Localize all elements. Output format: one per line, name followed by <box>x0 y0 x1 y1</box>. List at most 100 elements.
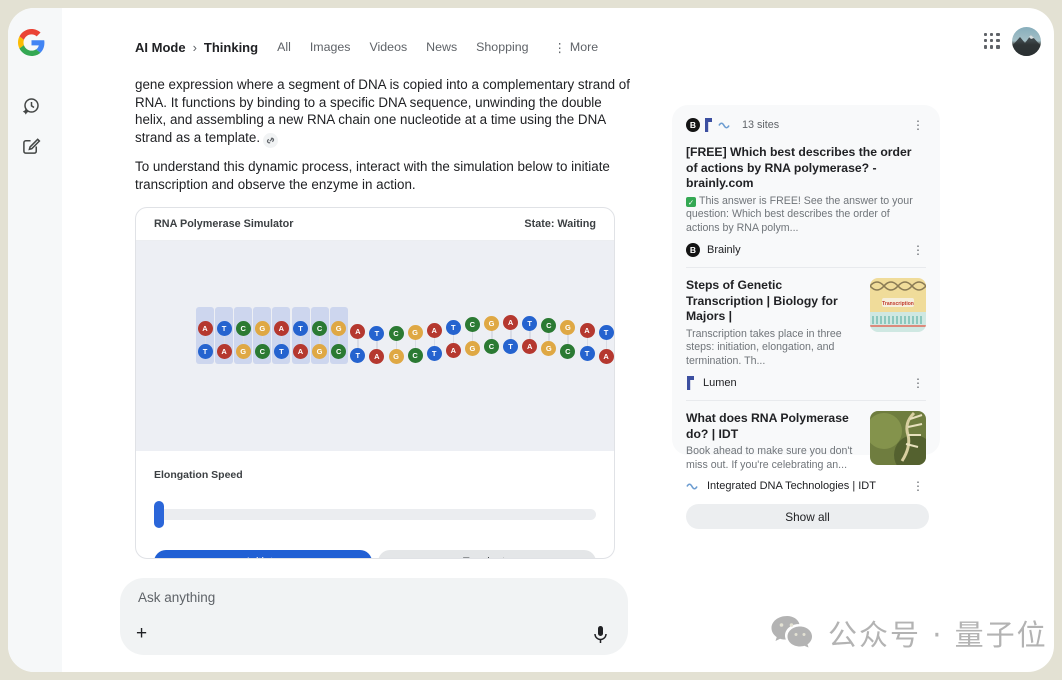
sources-kebab-icon[interactable]: ⋮ <box>910 119 926 131</box>
base-pair-21: AT <box>579 323 596 362</box>
base-g: G <box>236 344 251 359</box>
slider-thumb[interactable] <box>154 501 164 528</box>
base-pair-20: GC <box>559 320 576 359</box>
ask-placeholder: Ask anything <box>138 590 215 605</box>
result-source-row[interactable]: BBrainly⋮ <box>686 243 926 257</box>
google-apps-icon[interactable] <box>984 33 1000 49</box>
base-pair-1: AT <box>197 321 214 360</box>
more-kebab-icon: ⋮ <box>554 40 566 55</box>
base-pair-9: AT <box>349 324 366 363</box>
show-all-button[interactable]: Show all <box>686 504 929 529</box>
history-icon[interactable] <box>21 96 41 116</box>
citation-link-icon[interactable] <box>263 133 278 148</box>
rna-simulator-card: RNA Polymerase Simulator State: Waiting … <box>135 207 615 559</box>
tab-videos[interactable]: Videos <box>370 40 408 54</box>
base-pair-16: GC <box>483 316 500 355</box>
tab-shopping[interactable]: Shopping <box>476 40 528 54</box>
base-t: T <box>446 320 461 335</box>
answer-paragraph-2: To understand this dynamic process, inte… <box>135 158 635 193</box>
base-t: T <box>369 326 384 341</box>
watermark-text: 公众号 · 量子位 <box>828 612 1048 654</box>
base-pair-22: TA <box>598 325 614 364</box>
simulator-state: State: Waiting <box>524 218 596 230</box>
brainly-icon: B <box>686 243 700 257</box>
google-logo-icon[interactable] <box>18 29 45 56</box>
result-source-row[interactable]: Integrated DNA Technologies | IDT⋮ <box>686 480 926 492</box>
sites-count: 13 sites <box>742 119 905 131</box>
base-c: C <box>312 321 327 336</box>
base-a: A <box>580 323 595 338</box>
result-title[interactable]: [FREE] Which best describes the order of… <box>686 145 926 192</box>
result-thumbnail-photo[interactable] <box>870 411 926 465</box>
base-t: T <box>580 346 595 361</box>
breadcrumb[interactable]: AI Mode › Thinking <box>135 40 258 55</box>
divider <box>686 400 926 401</box>
answer-paragraph-1-text: gene expression where a segment of DNA i… <box>135 77 630 145</box>
result-snippet-text: Transcription takes place in three steps… <box>686 328 842 367</box>
simulator-header: RNA Polymerase Simulator State: Waiting <box>136 208 614 241</box>
result-kebab-icon[interactable]: ⋮ <box>910 377 926 389</box>
base-c: C <box>560 344 575 359</box>
initiate-button[interactable]: Initiate <box>154 550 372 559</box>
source-result: Steps of Genetic Transcription | Biology… <box>686 278 926 390</box>
base-pair-7: CG <box>311 321 328 360</box>
compose-icon[interactable] <box>22 136 41 155</box>
result-thumbnail-diagram[interactable]: Transcription <box>870 278 926 332</box>
base-t: T <box>198 344 213 359</box>
tab-all[interactable]: All <box>277 40 291 54</box>
elongation-speed-slider[interactable] <box>154 501 596 528</box>
source-result: What does RNA Polymerase do? | IDT Book a… <box>686 411 926 492</box>
avatar[interactable] <box>1012 27 1041 56</box>
result-snippet-text: This answer is FREE! See the answer to y… <box>686 195 913 234</box>
result-source-row[interactable]: Lumen⋮ <box>686 376 926 390</box>
idt-icon <box>718 121 732 129</box>
base-g: G <box>408 325 423 340</box>
free-check-icon: ✓ <box>686 197 696 207</box>
base-a: A <box>522 339 537 354</box>
breadcrumb-secondary: Thinking <box>204 40 258 55</box>
lumen-icon <box>686 376 696 390</box>
base-c: C <box>541 318 556 333</box>
result-kebab-icon[interactable]: ⋮ <box>910 480 926 492</box>
base-pair-3: CG <box>235 321 252 360</box>
tabs: All Images Videos News Shopping <box>277 40 528 54</box>
base-c: C <box>389 326 404 341</box>
slider-track[interactable] <box>156 509 596 520</box>
source-result: [FREE] Which best describes the order of… <box>686 145 926 257</box>
base-pair-19: CG <box>540 318 557 357</box>
ask-input[interactable]: Ask anything + <box>120 578 628 655</box>
answer-paragraph-1: gene expression where a segment of DNA i… <box>135 76 635 148</box>
tab-more[interactable]: ⋮ More <box>554 40 599 55</box>
plus-icon[interactable]: + <box>136 624 147 643</box>
result-kebab-icon[interactable]: ⋮ <box>910 244 926 256</box>
base-pair-17: AT <box>502 315 519 354</box>
mic-icon[interactable] <box>593 625 608 645</box>
base-a: A <box>350 324 365 339</box>
tab-images[interactable]: Images <box>310 40 351 54</box>
base-c: C <box>255 344 270 359</box>
base-c: C <box>484 339 499 354</box>
base-g: G <box>389 349 404 364</box>
base-c: C <box>465 317 480 332</box>
brainly-icon: B <box>686 118 700 132</box>
base-g: G <box>541 341 556 356</box>
simulator-controls: Elongation Speed Initiate Terminate <box>136 451 614 559</box>
base-g: G <box>560 320 575 335</box>
base-pair-10: TA <box>368 326 385 365</box>
sources-panel: B 13 sites ⋮ [FREE] Which best describes… <box>672 105 940 455</box>
result-title[interactable]: Steps of Genetic Transcription | Biology… <box>686 278 860 325</box>
result-title[interactable]: What does RNA Polymerase do? | IDT <box>686 411 860 442</box>
base-pair-2: TA <box>216 321 233 360</box>
base-c: C <box>236 321 251 336</box>
base-a: A <box>369 349 384 364</box>
elongation-speed-label: Elongation Speed <box>154 469 596 481</box>
base-pair-6: TA <box>292 321 309 360</box>
result-snippet-text: Book ahead to make sure you don't miss o… <box>686 445 852 470</box>
divider <box>686 267 926 268</box>
terminate-button[interactable]: Terminate <box>378 550 596 559</box>
base-pair-18: TA <box>521 316 538 355</box>
tab-news[interactable]: News <box>426 40 457 54</box>
base-pair-12: GC <box>407 325 424 364</box>
base-t: T <box>427 346 442 361</box>
sources-header[interactable]: B 13 sites ⋮ <box>686 118 926 132</box>
